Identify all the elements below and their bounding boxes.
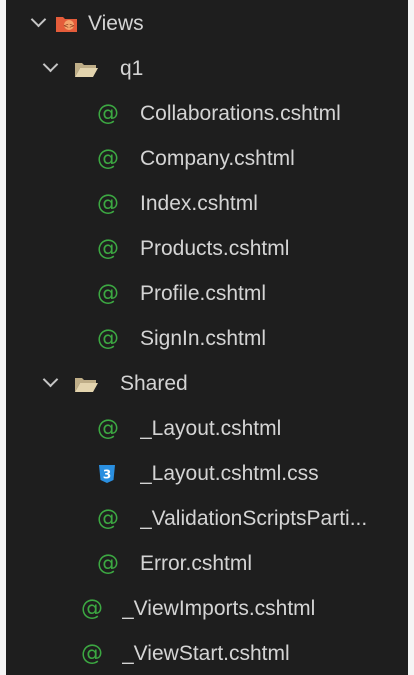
razor-at-icon: @ (97, 101, 119, 126)
file-label: _ViewImports.cshtml (122, 597, 316, 620)
css3-icon: 3 (96, 463, 118, 485)
file-label: Profile.cshtml (140, 282, 267, 305)
file-item-profile[interactable]: @ Profile.cshtml (6, 274, 414, 314)
razor-at-icon: @ (97, 191, 119, 216)
svg-text:<>: <> (63, 22, 75, 30)
razor-at-icon: @ (97, 326, 119, 351)
file-label: Index.cshtml (140, 192, 258, 215)
file-label: Products.cshtml (140, 237, 290, 260)
css3-glyph: 3 (103, 468, 111, 482)
chevron-down-icon[interactable] (30, 11, 46, 30)
file-label: Company.cshtml (140, 147, 295, 170)
razor-at-icon: @ (97, 236, 119, 261)
file-item-viewstart[interactable]: @ _ViewStart.cshtml (6, 634, 414, 674)
chevron-down-icon[interactable] (42, 371, 58, 390)
file-item-signin[interactable]: @ SignIn.cshtml (6, 319, 414, 359)
folder-open-icon (72, 58, 100, 80)
file-item-company[interactable]: @ Company.cshtml (6, 139, 414, 179)
file-item-layout-css[interactable]: 3 _Layout.cshtml.css (6, 454, 414, 494)
razor-at-icon: @ (97, 416, 119, 441)
file-item-index[interactable]: @ Index.cshtml (6, 184, 414, 224)
razor-at-icon: @ (97, 146, 119, 171)
file-label: _Layout.cshtml (140, 417, 282, 440)
tree-item-label: q1 (120, 57, 144, 80)
tree-item-label: Views (88, 12, 144, 35)
razor-at-icon: @ (81, 641, 103, 666)
tree-item-q1-folder[interactable]: q1 (6, 49, 414, 89)
razor-at-icon: @ (97, 281, 119, 306)
file-label: _ValidationScriptsParti... (140, 507, 368, 530)
tree-item-label: Shared (120, 372, 188, 395)
file-item-validation-scripts[interactable]: @ _ValidationScriptsParti... (6, 499, 414, 539)
razor-at-icon: @ (97, 551, 119, 576)
file-label: _ViewStart.cshtml (122, 642, 290, 665)
file-label: Error.cshtml (140, 552, 253, 575)
file-item-layout[interactable]: @ _Layout.cshtml (6, 409, 414, 449)
tree-item-views-folder[interactable]: <> Views (6, 4, 414, 44)
file-item-collaborations[interactable]: @ Collaborations.cshtml (6, 94, 414, 134)
file-label: _Layout.cshtml.css (140, 462, 319, 485)
file-label: Collaborations.cshtml (140, 102, 341, 125)
folder-open-icon (72, 373, 100, 395)
file-item-error[interactable]: @ Error.cshtml (6, 544, 414, 584)
file-item-viewimports[interactable]: @ _ViewImports.cshtml (6, 589, 414, 629)
file-item-products[interactable]: @ Products.cshtml (6, 229, 414, 269)
file-label: SignIn.cshtml (140, 327, 267, 350)
mvc-views-folder-icon: <> (54, 12, 80, 36)
razor-at-icon: @ (81, 596, 103, 621)
razor-at-icon: @ (97, 506, 119, 531)
tree-item-shared-folder[interactable]: Shared (6, 364, 414, 404)
explorer-panel: <> Views q1 @ Collaborations.cshtml @ Co… (0, 0, 414, 675)
chevron-down-icon[interactable] (42, 56, 58, 75)
